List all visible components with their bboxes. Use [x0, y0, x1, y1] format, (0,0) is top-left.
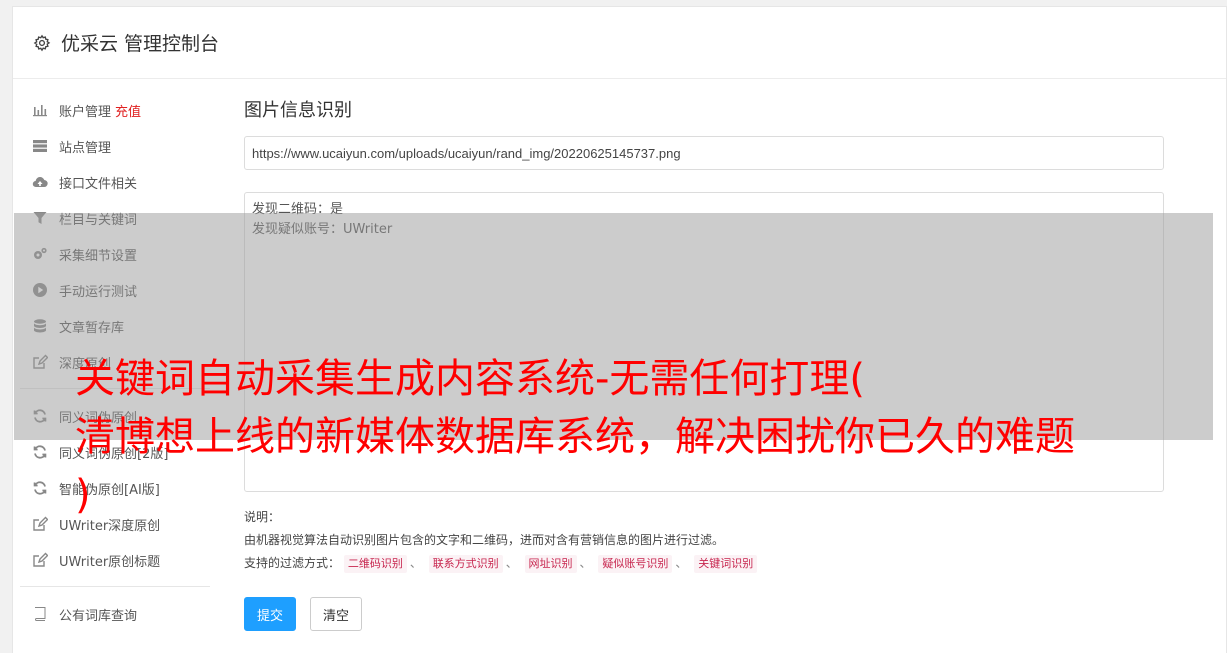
recharge-link[interactable]: 充值	[115, 101, 141, 120]
sidebar-item-public-lexicon[interactable]: 公有词库查询	[20, 596, 210, 632]
filter-tag: 关键词识别	[694, 555, 758, 573]
sidebar-item-account[interactable]: 账户管理 充值	[20, 92, 210, 128]
edit-icon	[31, 552, 49, 568]
filter-tag: 二维码识别	[343, 555, 407, 573]
clear-button[interactable]: 清空	[310, 597, 363, 631]
tag-separator: 、	[505, 556, 518, 570]
image-url-input[interactable]	[244, 136, 1164, 170]
overlay-line: 清博想上线的新媒体数据库系统，解决困扰你已久的难题	[75, 414, 1075, 460]
filter-label: 支持的过滤方式：	[244, 556, 341, 570]
bar-chart-icon	[31, 102, 49, 118]
section-title: 图片信息识别	[244, 100, 352, 121]
cloud-upload-icon	[31, 174, 49, 190]
overlay-line: 关键词自动采集生成内容系统-无需任何打理(	[75, 356, 866, 402]
refresh-icon	[31, 444, 49, 460]
server-icon	[31, 138, 49, 154]
tag-separator: 、	[579, 556, 592, 570]
tag-separator: 、	[675, 556, 688, 570]
filter-tag: 疑似账号识别	[598, 555, 673, 573]
sidebar-divider	[20, 586, 210, 587]
edit-icon	[31, 516, 49, 532]
sidebar-item-interface-files[interactable]: 接口文件相关	[20, 164, 210, 200]
page-title: 优采云 管理控制台	[61, 33, 220, 55]
sidebar-item-label: 公有词库查询	[59, 608, 138, 624]
sidebar-item-label: 接口文件相关	[59, 176, 138, 192]
action-buttons: 提交 清空	[244, 597, 1164, 631]
description-text: 由机器视觉算法自动识别图片包含的文字和二维码，进而对含有营销信息的图片进行过滤。	[244, 533, 725, 547]
overlay-caption: 关键词自动采集生成内容系统-无需任何打理( 清博想上线的新媒体数据库系统，解决困…	[75, 350, 1215, 524]
filter-tag: 网址识别	[524, 555, 577, 573]
top-bar: 优采云 管理控制台	[13, 7, 1226, 79]
book-icon	[31, 606, 49, 622]
gear-icon	[33, 34, 51, 51]
submit-button[interactable]: 提交	[244, 597, 297, 631]
sidebar-item-label: UWriter原创标题	[59, 554, 161, 570]
tag-separator: 、	[409, 556, 422, 570]
sidebar-item-uwriter-title[interactable]: UWriter原创标题	[20, 542, 210, 578]
sidebar-item-label: 站点管理	[59, 140, 112, 156]
sidebar-item-label: 账户管理	[59, 104, 112, 120]
overlay-line: )	[75, 472, 91, 518]
filter-methods: 支持的过滤方式： 二维码识别、 联系方式识别、 网址识别、 疑似账号识别、 关键…	[244, 552, 1164, 575]
filter-tag: 联系方式识别	[428, 555, 503, 573]
refresh-icon	[31, 480, 49, 496]
sidebar-item-sites[interactable]: 站点管理	[20, 128, 210, 164]
